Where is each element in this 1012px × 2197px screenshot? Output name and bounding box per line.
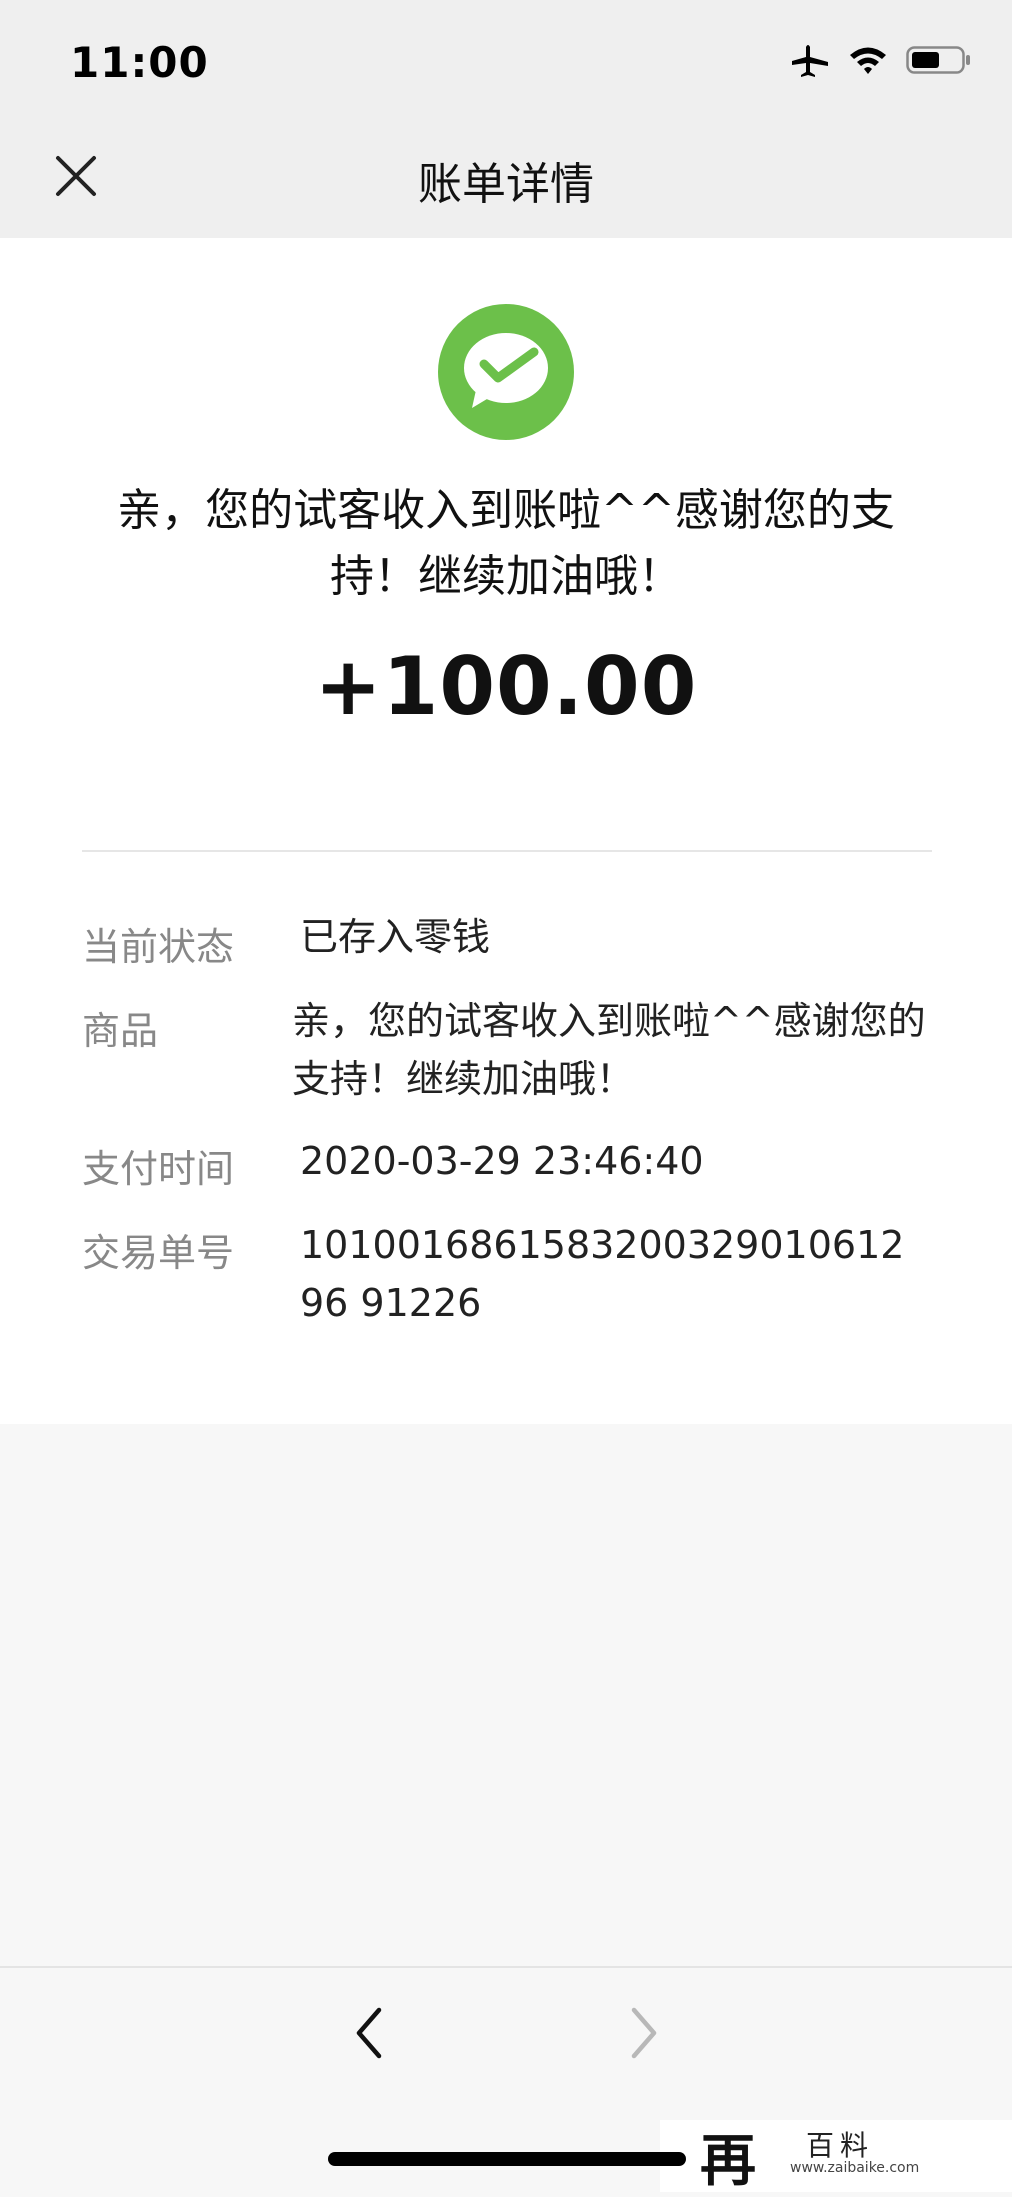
forward-button[interactable] bbox=[618, 2004, 668, 2062]
page-title: 账单详情 bbox=[418, 159, 594, 210]
status-time: 11:00 bbox=[70, 38, 209, 87]
product-value: 亲，您的试客收入到账啦^^感谢您的支持！继续加油哦！ bbox=[292, 999, 926, 1101]
wifi-icon bbox=[848, 44, 888, 80]
back-button[interactable] bbox=[345, 2004, 395, 2062]
status-label: 当前状态 bbox=[82, 925, 235, 969]
payment-time-label: 支付时间 bbox=[82, 1147, 235, 1191]
divider bbox=[82, 850, 932, 852]
payment-time-value: 2020-03-29 23:46:40 bbox=[300, 1139, 704, 1183]
transaction-id-value: 101001686158320032901061296 91226 bbox=[300, 1223, 905, 1325]
watermark-url: www.zaibaike.com bbox=[790, 2160, 920, 2176]
transaction-id-label: 交易单号 bbox=[82, 1231, 235, 1275]
product-label: 商品 bbox=[82, 1009, 159, 1053]
status-value: 已存入零钱 bbox=[300, 915, 491, 959]
chevron-right-icon bbox=[631, 2007, 657, 2059]
status-icons bbox=[790, 42, 972, 82]
battery-icon bbox=[906, 44, 972, 80]
wechat-pay-icon bbox=[436, 302, 576, 442]
chevron-left-icon bbox=[356, 2007, 382, 2059]
watermark-logo: 再 bbox=[700, 2128, 756, 2194]
receipt-headline: 亲，您的试客收入到账啦^^感谢您的支持！继续加油哦！ bbox=[117, 485, 895, 602]
home-indicator[interactable] bbox=[328, 2152, 686, 2166]
amount: +100.00 bbox=[314, 640, 698, 733]
airplane-icon bbox=[790, 42, 830, 82]
watermark-text: 百料 bbox=[806, 2129, 875, 2162]
